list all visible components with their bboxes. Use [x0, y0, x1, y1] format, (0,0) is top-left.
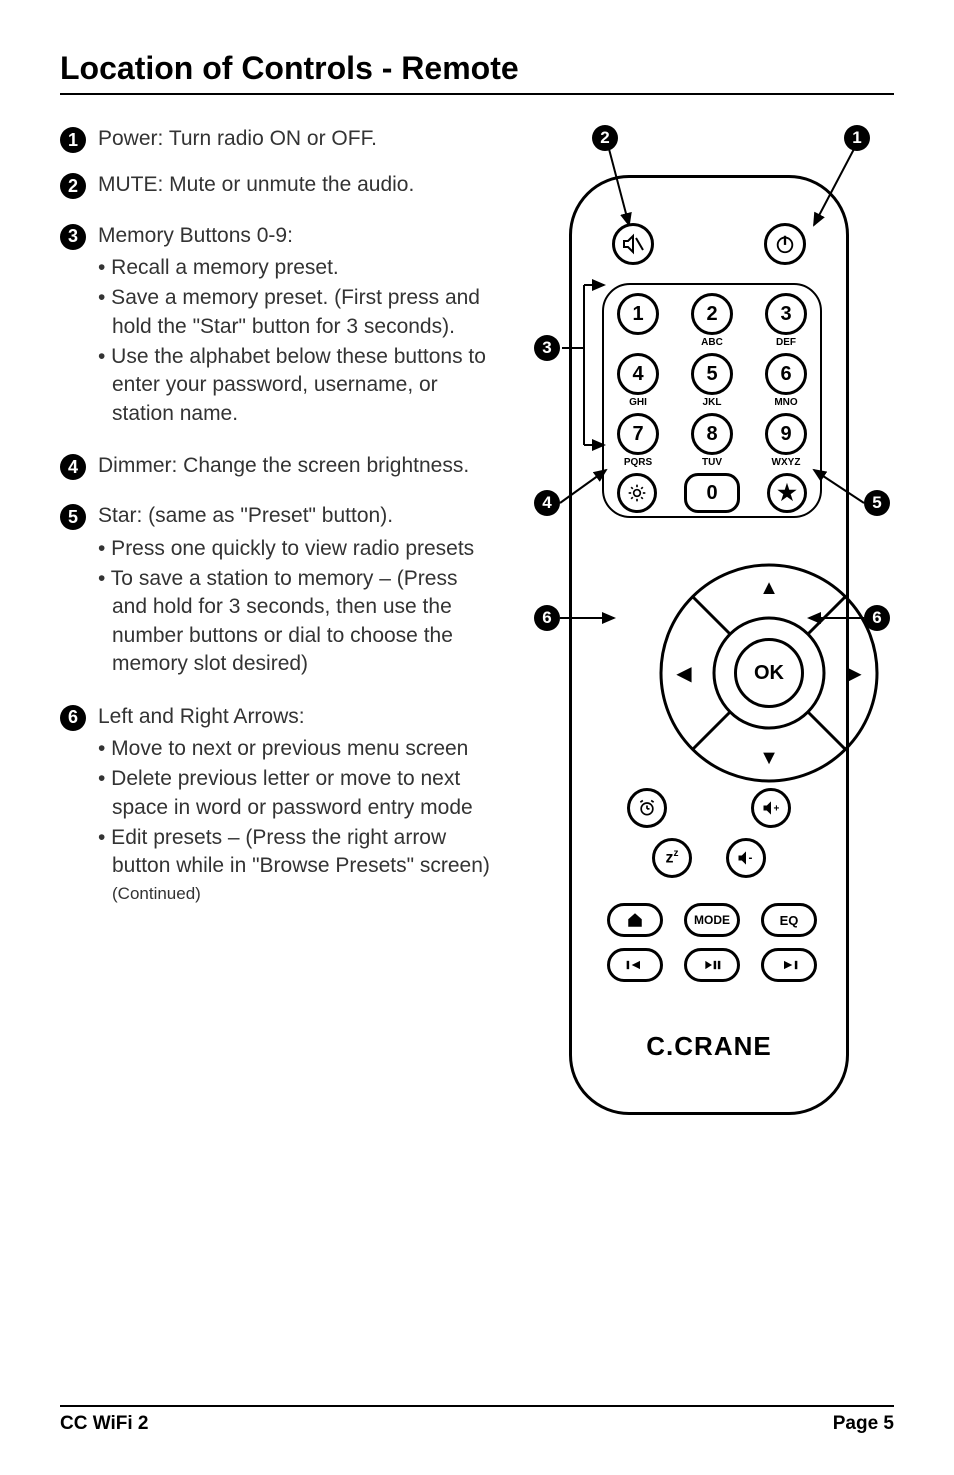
prev-track-icon — [607, 948, 663, 982]
remote-diagram: 2 1 3 4 5 6 6 — [514, 125, 894, 924]
item-2-text: MUTE: Mute or unmute the audio. — [98, 171, 414, 199]
key-2-sub: ABC — [691, 337, 733, 348]
key-5-sub: JKL — [691, 397, 733, 408]
item-1-text: Power: Turn radio ON or OFF. — [98, 125, 377, 153]
sleep-button-icon: zz — [652, 838, 692, 878]
key-2: 2 — [691, 293, 733, 335]
item-6-text: Left and Right Arrows: — [98, 703, 494, 731]
volume-down-icon: - — [726, 838, 766, 878]
key-1: 1 — [617, 293, 659, 335]
key-4: 4 — [617, 353, 659, 395]
dpad: OK ▲ ▼ ◀ ▶ — [654, 558, 884, 788]
key-5: 5 — [691, 353, 733, 395]
badge-5: 5 — [60, 504, 86, 530]
play-pause-icon — [684, 948, 740, 982]
arrow-right-icon: ▶ — [839, 658, 869, 688]
next-track-icon — [761, 948, 817, 982]
controls-list: 1 Power: Turn radio ON or OFF. 2 MUTE: M… — [60, 125, 494, 924]
mode-button: MODE — [684, 903, 740, 937]
footer: CC WiFi 2 Page 5 — [60, 1405, 894, 1435]
key-4-sub: GHI — [617, 397, 659, 408]
badge-6: 6 — [60, 705, 86, 731]
svg-text:+: + — [774, 803, 780, 814]
eq-button: EQ — [761, 903, 817, 937]
key-6: 6 — [765, 353, 807, 395]
key-6-sub: MNO — [765, 397, 807, 408]
item-3: 3 Memory Buttons 0-9: • Recall a memory … — [60, 222, 494, 430]
svg-text:-: - — [749, 851, 753, 864]
key-8: 8 — [691, 413, 733, 455]
item-1: 1 Power: Turn radio ON or OFF. — [60, 125, 494, 153]
alarm-button-icon — [627, 788, 667, 828]
title-rule — [60, 93, 894, 95]
mute-button-icon — [612, 223, 654, 265]
item-5-sub-0: • Press one quickly to view radio preset… — [98, 535, 494, 563]
badge-1: 1 — [60, 127, 86, 153]
callout-1: 1 — [844, 125, 870, 151]
item-5-text: Star: (same as "Preset" button). — [98, 502, 494, 530]
callout-6a: 6 — [534, 605, 560, 631]
item-3-sub-1: • Save a memory preset. (First press and… — [98, 284, 494, 341]
callout-5: 5 — [864, 490, 890, 516]
callout-4: 4 — [534, 490, 560, 516]
arrow-left-icon: ◀ — [669, 658, 699, 688]
key-3-sub: DEF — [765, 337, 807, 348]
arrow-down-icon: ▼ — [754, 743, 784, 773]
remote-outline: 1 2 ABC 3 DEF 4 GHI 5 JKL 6 MNO 7 PQRS 8… — [569, 175, 849, 1115]
volume-up-icon: + — [751, 788, 791, 828]
home-button-icon — [607, 903, 663, 937]
item-2: 2 MUTE: Mute or unmute the audio. — [60, 171, 494, 199]
item-6: 6 Left and Right Arrows: • Move to next … — [60, 703, 494, 906]
item-3-sub-2: • Use the alphabet below these buttons t… — [98, 343, 494, 428]
badge-4: 4 — [60, 454, 86, 480]
ok-button: OK — [734, 638, 804, 708]
item-5-sub-1: • To save a station to memory – (Press a… — [98, 565, 494, 678]
item-3-sub-0: • Recall a memory preset. — [98, 254, 494, 282]
footer-left: CC WiFi 2 — [60, 1413, 149, 1435]
key-9: 9 — [765, 413, 807, 455]
continued-note: (Continued) — [98, 883, 494, 906]
item-3-text: Memory Buttons 0-9: — [98, 222, 494, 250]
footer-right: Page 5 — [833, 1413, 894, 1435]
brand-label: C.CRANE — [572, 1031, 846, 1062]
arrow-up-icon: ▲ — [754, 573, 784, 603]
key-3: 3 — [765, 293, 807, 335]
dimmer-button-icon — [617, 473, 657, 513]
item-6-sub-0: • Move to next or previous menu screen — [98, 735, 494, 763]
key-7: 7 — [617, 413, 659, 455]
key-9-sub: WXYZ — [765, 457, 807, 468]
item-6-sub-2: • Edit presets – (Press the right arrow … — [98, 824, 494, 881]
item-4: 4 Dimmer: Change the screen brightness. — [60, 452, 494, 480]
power-button-icon — [764, 223, 806, 265]
callout-3: 3 — [534, 335, 560, 361]
key-7-sub: PQRS — [617, 457, 659, 468]
callout-2: 2 — [592, 125, 618, 151]
content: 1 Power: Turn radio ON or OFF. 2 MUTE: M… — [60, 125, 894, 924]
item-6-sub-1: • Delete previous letter or move to next… — [98, 765, 494, 822]
item-5: 5 Star: (same as "Preset" button). • Pre… — [60, 502, 494, 680]
key-0: 0 — [684, 473, 740, 513]
key-8-sub: TUV — [691, 457, 733, 468]
item-4-text: Dimmer: Change the screen brightness. — [98, 452, 469, 480]
badge-3: 3 — [60, 224, 86, 250]
footer-rule — [60, 1405, 894, 1407]
page-title: Location of Controls - Remote — [60, 50, 894, 87]
badge-2: 2 — [60, 173, 86, 199]
star-button-icon: ★ — [767, 473, 807, 513]
